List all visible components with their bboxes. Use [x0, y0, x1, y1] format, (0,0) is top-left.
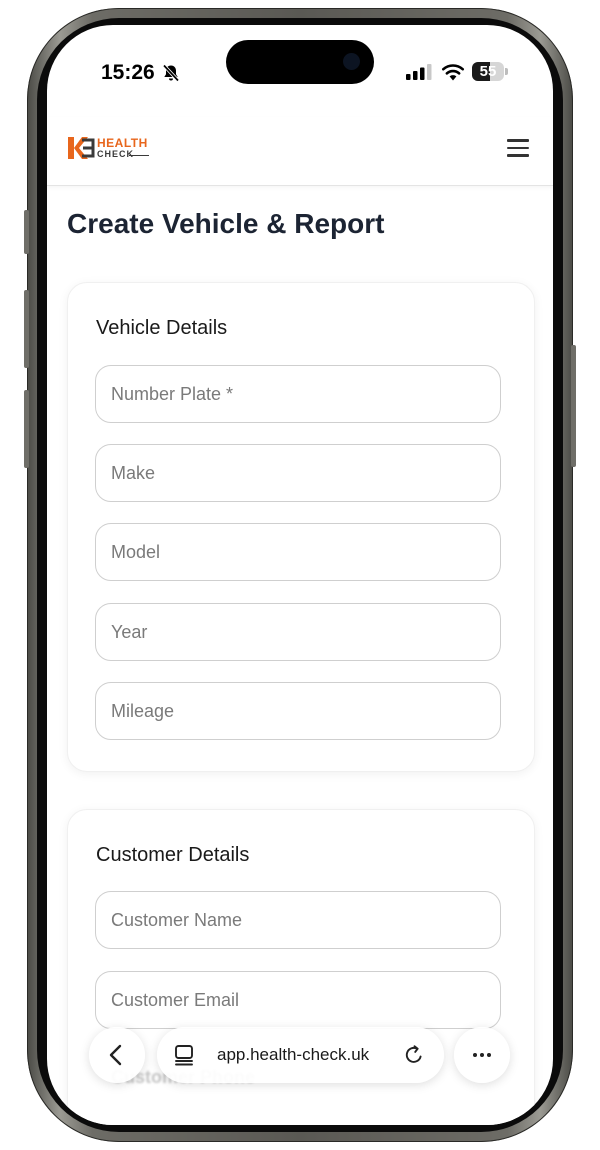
- reload-icon[interactable]: [403, 1044, 425, 1066]
- logo-text-check: CHECK: [97, 149, 135, 159]
- battery-level: 55: [479, 63, 497, 80]
- cellular-signal-icon: [406, 64, 432, 80]
- hamburger-menu-icon[interactable]: [505, 135, 531, 161]
- browser-address-bar[interactable]: app.health-check.uk: [157, 1027, 444, 1083]
- action-button: [24, 210, 29, 254]
- logo-underline: [129, 155, 149, 156]
- health-check-logo[interactable]: HEALTH CHECK: [66, 134, 152, 162]
- customer-email-input[interactable]: [95, 971, 501, 1029]
- phone-screen: 15:26 55 HEALTH CHECK Create Vehicle & R…: [47, 25, 553, 1125]
- vehicle-details-title: Vehicle Details: [96, 317, 228, 339]
- volume-up-button: [24, 290, 29, 368]
- status-time: 15:26: [101, 61, 155, 84]
- front-camera: [343, 53, 360, 70]
- mileage-input[interactable]: [95, 682, 501, 740]
- dynamic-island: [226, 40, 374, 84]
- logo-text-health: HEALTH: [97, 136, 148, 150]
- power-button: [571, 345, 576, 467]
- tabs-icon[interactable]: [173, 1044, 195, 1066]
- customer-details-title: Customer Details: [96, 844, 250, 866]
- wifi-icon: [442, 64, 464, 81]
- model-input[interactable]: [95, 523, 501, 581]
- logo-mark-icon: [68, 137, 95, 159]
- year-input[interactable]: [95, 603, 501, 661]
- volume-down-button: [24, 390, 29, 468]
- url-text: app.health-check.uk: [217, 1045, 370, 1064]
- chevron-left-icon: [109, 1044, 122, 1066]
- ellipsis-icon: [473, 1053, 477, 1057]
- customer-name-input[interactable]: [95, 891, 501, 949]
- page-title: Create Vehicle & Report: [67, 208, 385, 239]
- make-input[interactable]: [95, 444, 501, 502]
- bell-slash-icon: [162, 64, 180, 82]
- number-plate-input[interactable]: [95, 365, 501, 423]
- browser-back-button[interactable]: [89, 1027, 145, 1083]
- battery-icon: 55: [472, 62, 510, 81]
- browser-more-button[interactable]: [454, 1027, 510, 1083]
